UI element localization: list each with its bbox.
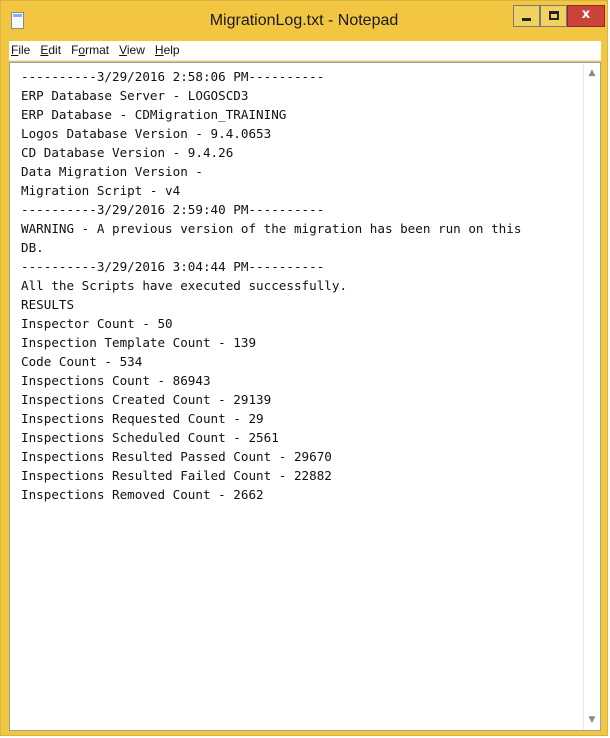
menu-item-edit[interactable]: Edit <box>35 41 66 60</box>
text-line: Inspections Resulted Passed Count - 2967… <box>21 449 332 464</box>
text-line: Inspections Created Count - 29139 <box>21 392 272 407</box>
text-line: Inspections Count - 86943 <box>21 373 211 388</box>
chevron-down-icon[interactable]: ▼ <box>584 712 600 728</box>
maximize-icon <box>549 11 559 20</box>
maximize-button[interactable] <box>540 5 567 27</box>
text-editor[interactable]: ----------3/29/2016 2:58:06 PM----------… <box>9 62 601 731</box>
text-line: Inspections Scheduled Count - 2561 <box>21 430 279 445</box>
notepad-window: MigrationLog.txt - Notepad x File Edit For… <box>0 0 608 736</box>
text-line: ERP Database Server - LOGOSCD3 <box>21 88 249 103</box>
minimize-button[interactable] <box>513 5 540 27</box>
text-line: ----------3/29/2016 3:04:44 PM---------- <box>21 259 325 274</box>
text-line: Code Count - 534 <box>21 354 143 369</box>
menu-item-view[interactable]: View <box>114 41 150 60</box>
text-line: Inspections Resulted Failed Count - 2288… <box>21 468 332 483</box>
title-bar[interactable]: MigrationLog.txt - Notepad x <box>1 1 607 41</box>
minimize-icon <box>522 18 531 21</box>
text-line: ----------3/29/2016 2:58:06 PM---------- <box>21 69 325 84</box>
vertical-scrollbar[interactable]: ▲ ▼ <box>583 63 600 730</box>
chevron-up-icon[interactable]: ▲ <box>584 65 600 81</box>
text-line: RESULTS <box>21 297 75 312</box>
close-button[interactable]: x <box>567 5 605 27</box>
text-line: CD Database Version - 9.4.26 <box>21 145 234 160</box>
text-line: Inspections Requested Count - 29 <box>21 411 264 426</box>
text-line: Inspector Count - 50 <box>21 316 173 331</box>
text-line: WARNING - A previous version of the migr… <box>21 221 522 236</box>
text-line: All the Scripts have executed successful… <box>21 278 348 293</box>
menu-item-help[interactable]: Help <box>150 41 185 60</box>
text-line: Migration Script - v4 <box>21 183 181 198</box>
close-icon: x <box>581 7 591 22</box>
text-line: Logos Database Version - 9.4.0653 <box>21 126 272 141</box>
text-line: Inspection Template Count - 139 <box>21 335 257 350</box>
text-line: ERP Database - CDMigration_TRAINING <box>21 107 287 122</box>
menu-item-format[interactable]: Format <box>66 41 114 60</box>
menu-bar: File Edit Format View Help <box>9 41 601 61</box>
menu-item-file[interactable]: File <box>9 41 35 60</box>
text-line: Inspections Removed Count - 2662 <box>21 487 264 502</box>
text-line: Data Migration Version - <box>21 164 203 179</box>
text-line: DB. <box>21 240 44 255</box>
text-line: ----------3/29/2016 2:59:40 PM---------- <box>21 202 325 217</box>
text-area[interactable]: ----------3/29/2016 2:58:06 PM----------… <box>10 63 584 730</box>
